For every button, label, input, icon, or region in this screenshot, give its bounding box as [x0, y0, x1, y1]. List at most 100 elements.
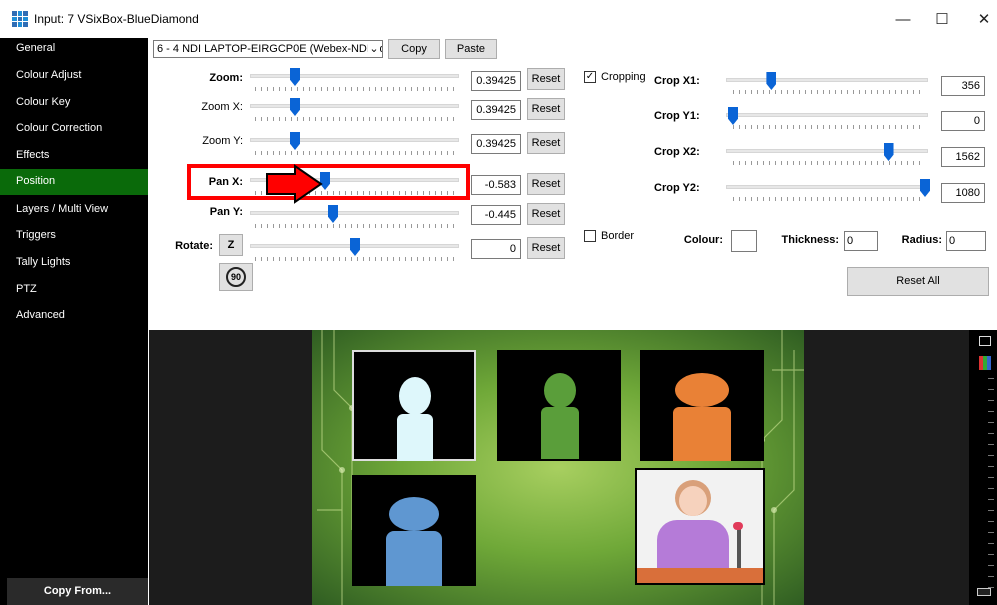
zoom-reset-button[interactable]: Reset: [527, 68, 565, 90]
meter-scale: [988, 378, 994, 588]
crop-x1-label: Crop X1:: [654, 75, 700, 87]
sidebar-item-effects[interactable]: Effects: [0, 145, 148, 171]
zoom-x-label: Zoom X:: [201, 101, 243, 113]
cropping-checkbox[interactable]: ✓: [584, 71, 596, 83]
source-select-value: 6 - 4 NDI LAPTOP-EIRGCP0E (Webex-NDIVide…: [157, 43, 383, 55]
crop-y1-ticks: [733, 125, 925, 129]
sidebar-item-tally-lights[interactable]: Tally Lights: [0, 252, 148, 278]
colour-label: Colour:: [683, 234, 723, 246]
crop-x1-slider[interactable]: [726, 78, 928, 82]
radius-field[interactable]: 0: [946, 231, 986, 251]
thickness-label: Thickness:: [781, 234, 839, 246]
cropping-label: Cropping: [601, 71, 646, 83]
crop-y2-slider-thumb[interactable]: [920, 179, 930, 197]
crop-x1-ticks: [733, 90, 925, 94]
audio-meter: [969, 330, 997, 605]
reset-all-button[interactable]: Reset All: [847, 267, 989, 296]
border-checkbox[interactable]: [584, 230, 596, 242]
crop-x1-slider-thumb[interactable]: [766, 72, 777, 90]
zoom-x-ticks: [255, 117, 455, 121]
thickness-field[interactable]: 0: [844, 231, 878, 251]
rotate-reset-button[interactable]: Reset: [527, 237, 565, 259]
sidebar-item-layers[interactable]: Layers / Multi View: [0, 199, 148, 225]
zoom-x-reset-button[interactable]: Reset: [527, 98, 565, 120]
zoom-x-slider-thumb[interactable]: [290, 98, 300, 116]
close-button[interactable]: ✕: [961, 6, 997, 34]
maximize-button[interactable]: ☐: [919, 6, 965, 34]
sidebar-item-colour-correction[interactable]: Colour Correction: [0, 118, 148, 144]
zoom-y-label: Zoom Y:: [202, 135, 243, 147]
rotate-slider-thumb[interactable]: [350, 238, 360, 256]
zoom-ticks: [255, 87, 455, 91]
crop-y1-value[interactable]: 0: [941, 111, 985, 131]
zoom-x-value[interactable]: 0.39425: [471, 100, 521, 120]
participant-tile-1: [352, 350, 476, 461]
zoom-y-slider[interactable]: [250, 138, 459, 142]
crop-y1-slider-thumb[interactable]: [728, 107, 738, 125]
sidebar-item-triggers[interactable]: Triggers: [0, 225, 148, 251]
color-bars-icon[interactable]: [979, 356, 991, 370]
rotate-z-button[interactable]: Z: [219, 234, 243, 256]
pan-y-slider-thumb[interactable]: [328, 205, 338, 223]
source-select[interactable]: 6 - 4 NDI LAPTOP-EIRGCP0E (Webex-NDIVide…: [153, 40, 383, 58]
participant-tile-presenter: [635, 468, 765, 585]
rotate-value[interactable]: 0: [471, 239, 521, 259]
volume-slider-thumb[interactable]: [977, 588, 991, 596]
crop-x2-slider[interactable]: [726, 149, 928, 153]
border-label: Border: [601, 230, 635, 242]
preview-background-image: [312, 330, 804, 605]
pan-y-slider[interactable]: [250, 211, 459, 215]
rotate-90-icon: 90: [226, 267, 246, 287]
paste-button[interactable]: Paste: [445, 39, 497, 59]
sidebar-item-colour-key[interactable]: Colour Key: [0, 92, 148, 118]
sidebar-item-general[interactable]: General: [0, 38, 148, 64]
zoom-y-ticks: [255, 151, 455, 155]
sidebar: General Colour Adjust Colour Key Colour …: [0, 38, 148, 605]
pan-y-ticks: [255, 224, 455, 228]
rotate-ticks: [255, 257, 455, 261]
crop-y1-slider[interactable]: [726, 113, 928, 117]
title-bar: Input: 7 VSixBox-BlueDiamond — ☐ ✕: [0, 0, 997, 38]
colour-swatch[interactable]: [731, 230, 757, 252]
pan-y-reset-button[interactable]: Reset: [527, 203, 565, 225]
sidebar-item-position[interactable]: Position: [0, 169, 148, 195]
zoom-value[interactable]: 0.39425: [471, 71, 521, 91]
crop-x1-value[interactable]: 356: [941, 76, 985, 96]
rotate-label: Rotate:: [175, 240, 213, 252]
rotate-90-button[interactable]: 90: [219, 263, 253, 291]
radius-label: Radius:: [901, 234, 942, 246]
zoom-slider-thumb[interactable]: [290, 68, 300, 86]
window-title: Input: 7 VSixBox-BlueDiamond: [34, 12, 199, 26]
chevron-down-icon: ⌄: [368, 41, 380, 57]
crop-y2-value[interactable]: 1080: [941, 183, 985, 203]
participant-tile-2: [497, 350, 621, 461]
zoom-slider[interactable]: [250, 74, 459, 78]
sidebar-item-colour-adjust[interactable]: Colour Adjust: [0, 65, 148, 91]
crop-y2-label: Crop Y2:: [654, 182, 700, 194]
participant-tile-3: [640, 350, 764, 461]
red-arrow-icon: [266, 164, 323, 204]
zoom-label: Zoom:: [209, 72, 243, 84]
app-grid-icon: [12, 11, 28, 27]
participant-tile-4: [352, 475, 476, 586]
copy-button[interactable]: Copy: [388, 39, 440, 59]
zoom-y-slider-thumb[interactable]: [290, 132, 300, 150]
highlight-box: [187, 164, 470, 200]
zoom-y-value[interactable]: 0.39425: [471, 134, 521, 154]
crop-x2-label: Crop X2:: [654, 146, 700, 158]
crop-x2-ticks: [733, 161, 925, 165]
pan-y-label: Pan Y:: [209, 206, 243, 218]
zoom-y-reset-button[interactable]: Reset: [527, 132, 565, 154]
pan-y-value[interactable]: -0.445: [471, 205, 521, 225]
crop-x2-slider-thumb[interactable]: [883, 143, 894, 161]
crop-y2-ticks: [733, 197, 925, 201]
sidebar-item-advanced[interactable]: Advanced: [0, 305, 148, 331]
pan-x-reset-button[interactable]: Reset: [527, 173, 565, 195]
sidebar-item-ptz[interactable]: PTZ: [0, 279, 148, 305]
zoom-x-slider[interactable]: [250, 104, 459, 108]
crop-x2-value[interactable]: 1562: [941, 147, 985, 167]
pan-x-value[interactable]: -0.583: [471, 175, 521, 195]
crop-y2-slider[interactable]: [726, 185, 928, 189]
window-toggle-icon[interactable]: [979, 336, 991, 346]
copy-from-button[interactable]: Copy From...: [7, 578, 148, 605]
